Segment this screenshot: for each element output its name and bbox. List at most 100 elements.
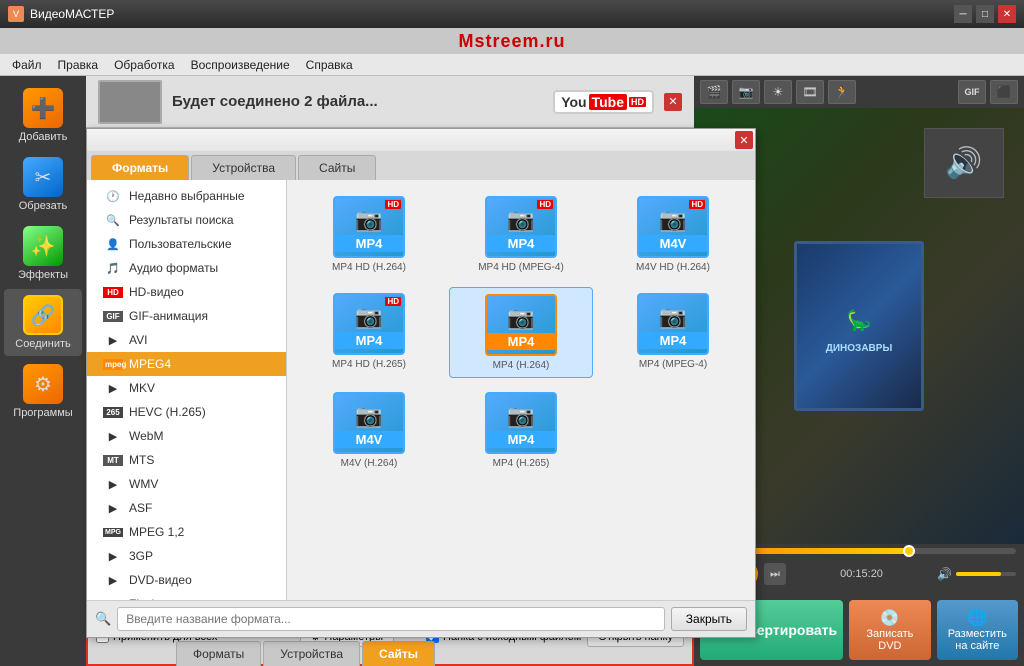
list-item-mpeg4[interactable]: mpeg MPEG4 bbox=[87, 352, 286, 376]
toolbar-icon-film[interactable]: 🎬 bbox=[700, 80, 728, 104]
list-item-gif[interactable]: GIF GIF-анимация bbox=[87, 304, 286, 328]
title-bar-controls: ─ □ ✕ bbox=[954, 5, 1016, 23]
center-content: Будет соединено 2 файла... YouTubeHD ✕ ✕… bbox=[86, 76, 694, 666]
cam-icon: 📷 bbox=[659, 304, 686, 330]
toolbar-icons-right: GIF ⬛ bbox=[958, 80, 1018, 104]
menu-edit[interactable]: Правка bbox=[50, 56, 107, 74]
menu-process[interactable]: Обработка bbox=[106, 56, 183, 74]
list-item-search[interactable]: 🔍 Результаты поиска bbox=[87, 208, 286, 232]
tab-bar: Форматы Устройства Сайты bbox=[87, 151, 755, 180]
top-toolbar: 🎬 📷 ☀ 🎞 🏃 GIF ⬛ bbox=[694, 76, 1024, 108]
format-item-mp4-h264[interactable]: 📷 MP4 MP4 (H.264) bbox=[449, 287, 593, 378]
format-badge: MP4 bbox=[487, 431, 555, 448]
custom-icon: 👤 bbox=[103, 238, 123, 251]
list-item-avi[interactable]: ▶ AVI bbox=[87, 328, 286, 352]
toolbar-icon-camera[interactable]: 📷 bbox=[732, 80, 760, 104]
format-thumb-mp4-mpeg4: HD 📷 MP4 bbox=[485, 196, 557, 258]
toolbar-icon-gif[interactable]: GIF bbox=[958, 80, 986, 104]
nav-tab-formats[interactable]: Форматы bbox=[176, 641, 261, 666]
toolbar-icon-fullscreen[interactable]: ⬛ bbox=[990, 80, 1018, 104]
list-item-custom[interactable]: 👤 Пользовательские bbox=[87, 232, 286, 256]
sidebar-join[interactable]: 🔗 Соединить bbox=[4, 289, 82, 356]
sidebar: ➕ Добавить ✂ Обрезать ✨ Эффекты 🔗 Соедин… bbox=[0, 76, 86, 666]
nav-tab-sites[interactable]: Сайты bbox=[362, 641, 435, 666]
menu-help[interactable]: Справка bbox=[298, 56, 361, 74]
format-search-input[interactable] bbox=[117, 607, 665, 631]
app-icon: V bbox=[8, 6, 24, 22]
list-item-asf[interactable]: ▶ ASF bbox=[87, 496, 286, 520]
format-dialog-close-button[interactable]: ✕ bbox=[735, 131, 753, 149]
tab-devices[interactable]: Устройства bbox=[191, 155, 296, 180]
list-item-hd[interactable]: HD HD-видео bbox=[87, 280, 286, 304]
web-button[interactable]: 🌐 Разместить на сайте bbox=[937, 600, 1018, 660]
gif-icon: GIF bbox=[103, 311, 123, 322]
list-item-hevc[interactable]: 265 HEVC (H.265) bbox=[87, 400, 286, 424]
progress-handle[interactable] bbox=[903, 545, 915, 557]
close-dialog-button[interactable]: Закрыть bbox=[671, 607, 747, 631]
format-item-mp4-mpeg4-hd[interactable]: HD 📷 MP4 MP4 HD (MPEG-4) bbox=[449, 190, 593, 279]
tab-formats[interactable]: Форматы bbox=[91, 155, 189, 180]
webm-icon: ▶ bbox=[103, 430, 123, 443]
format-badge: MP4 bbox=[335, 332, 403, 349]
watermark-text: Mstreem.ru bbox=[458, 31, 565, 52]
list-item-3gp[interactable]: ▶ 3GP bbox=[87, 544, 286, 568]
search-icon: 🔍 bbox=[103, 214, 123, 227]
volume-slider[interactable] bbox=[956, 572, 1016, 576]
format-dialog: ✕ Форматы Устройства Сайты 🕐 Недавно выб… bbox=[86, 128, 756, 638]
dvd-icon: ▶ bbox=[103, 574, 123, 587]
maximize-button[interactable]: □ bbox=[976, 5, 994, 23]
format-thumb-mp4-h265-hd: HD 📷 MP4 bbox=[333, 293, 405, 355]
next-button[interactable]: ⏭ bbox=[764, 563, 786, 585]
hd-label: HD-видео bbox=[129, 285, 184, 299]
nav-tab-devices[interactable]: Устройства bbox=[263, 641, 360, 666]
minimize-button[interactable]: ─ bbox=[954, 5, 972, 23]
sidebar-cut[interactable]: ✂ Обрезать bbox=[4, 151, 82, 218]
speaker-decorative: 🔊 bbox=[945, 146, 982, 181]
flash-icon: ▶ bbox=[103, 598, 123, 601]
format-label: MP4 (H.265) bbox=[493, 458, 550, 469]
menu-playback[interactable]: Воспроизведение bbox=[183, 56, 298, 74]
tab-sites[interactable]: Сайты bbox=[298, 155, 376, 180]
list-item-recent[interactable]: 🕐 Недавно выбранные bbox=[87, 184, 286, 208]
mpeg12-icon: MPG bbox=[103, 528, 123, 537]
list-item-mts[interactable]: MT MTS bbox=[87, 448, 286, 472]
format-thumb-m4v: HD 📷 M4V bbox=[637, 196, 709, 258]
list-item-mkv[interactable]: ▶ MKV bbox=[87, 376, 286, 400]
format-thumb-mp4-h264-sel: 📷 MP4 bbox=[485, 294, 557, 356]
format-label: M4V (H.264) bbox=[341, 458, 398, 469]
close-button[interactable]: ✕ bbox=[998, 5, 1016, 23]
sidebar-programs[interactable]: ⚙ Программы bbox=[4, 358, 82, 425]
custom-label: Пользовательские bbox=[129, 237, 232, 251]
format-item-mp4-h265-hd[interactable]: HD 📷 MP4 MP4 HD (H.265) bbox=[297, 287, 441, 378]
dialog-close-button[interactable]: ✕ bbox=[664, 93, 682, 111]
list-item-flash[interactable]: ▶ Flash-видео bbox=[87, 592, 286, 600]
format-label: MP4 (MPEG-4) bbox=[639, 359, 707, 370]
volume-fill bbox=[956, 572, 1001, 576]
list-item-mpeg12[interactable]: MPG MPEG 1,2 bbox=[87, 520, 286, 544]
cover-title: ДИНОЗАВРЫ bbox=[826, 343, 892, 354]
list-item-dvd[interactable]: ▶ DVD-видео bbox=[87, 568, 286, 592]
dvd-label: Записать bbox=[866, 628, 913, 640]
format-badge: MP4 bbox=[335, 235, 403, 252]
dvd-label2: DVD bbox=[878, 640, 901, 652]
sidebar-add[interactable]: ➕ Добавить bbox=[4, 82, 82, 149]
toolbar-icon-run[interactable]: 🏃 bbox=[828, 80, 856, 104]
format-item-mp4-mpeg4[interactable]: 📷 MP4 MP4 (MPEG-4) bbox=[601, 287, 745, 378]
format-badge: MP4 bbox=[487, 333, 555, 350]
toolbar-icon-film2[interactable]: 🎞 bbox=[796, 80, 824, 104]
sidebar-effects[interactable]: ✨ Эффекты bbox=[4, 220, 82, 287]
format-content: 🕐 Недавно выбранные 🔍 Результаты поиска … bbox=[87, 180, 755, 600]
format-item-m4v[interactable]: 📷 M4V M4V (H.264) bbox=[297, 386, 441, 475]
dvd-label: DVD-видео bbox=[129, 573, 192, 587]
dvd-button[interactable]: 💿 Записать DVD bbox=[849, 600, 930, 660]
menu-file[interactable]: Файл bbox=[4, 56, 50, 74]
format-item-m4v-hd[interactable]: HD 📷 M4V M4V HD (H.264) bbox=[601, 190, 745, 279]
list-item-webm[interactable]: ▶ WebM bbox=[87, 424, 286, 448]
toolbar-icon-brightness[interactable]: ☀ bbox=[764, 80, 792, 104]
programs-icon: ⚙ bbox=[23, 364, 63, 404]
list-item-wmv[interactable]: ▶ WMV bbox=[87, 472, 286, 496]
bottom-nav: Форматы Устройства Сайты bbox=[172, 637, 435, 666]
format-item-mp4-h264-hd[interactable]: HD 📷 MP4 MP4 HD (H.264) bbox=[297, 190, 441, 279]
format-item-mp4-h265[interactable]: 📷 MP4 MP4 (H.265) bbox=[449, 386, 593, 475]
list-item-audio[interactable]: 🎵 Аудио форматы bbox=[87, 256, 286, 280]
